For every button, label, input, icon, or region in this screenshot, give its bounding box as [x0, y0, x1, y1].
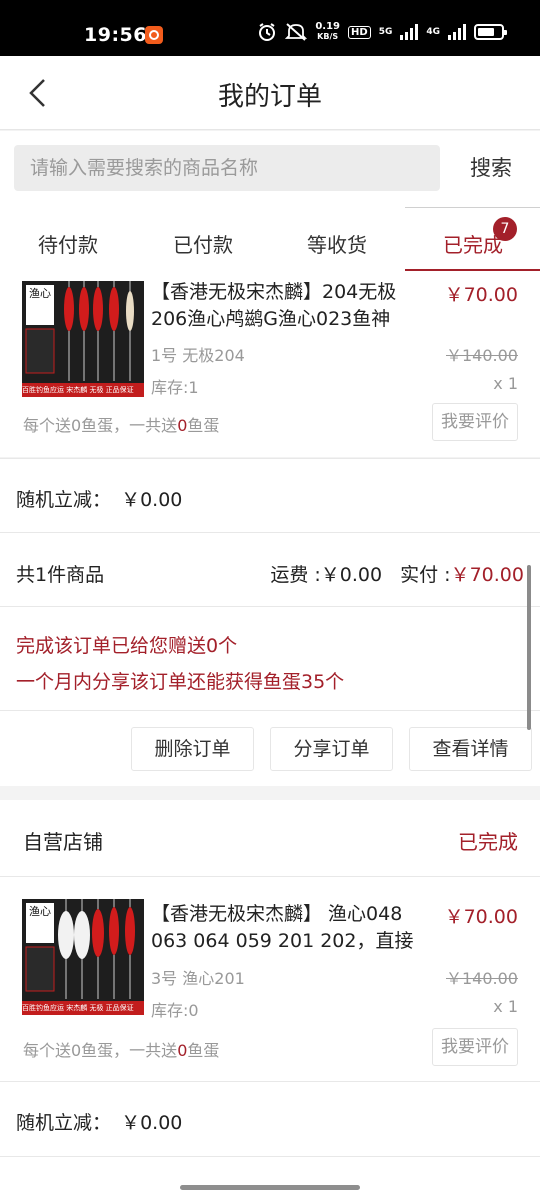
review-button[interactable]: 我要评价	[432, 1028, 518, 1066]
product-original-price: ￥140.00	[446, 969, 518, 988]
gift-info: 每个送0鱼蛋，一共送0鱼蛋	[23, 1041, 220, 1060]
order-status-tabs: 待付款 已付款 等收货 已完成	[0, 207, 540, 279]
product-stock: 库存:1	[151, 378, 199, 397]
order-actions: 删除订单 分享订单 查看详情	[0, 710, 540, 786]
order-product-card[interactable]: 渔心 百胜钓鱼应运 宋杰麟 无极 正品保证 【香港无极宋杰麟】 渔心048 06…	[0, 876, 540, 1081]
discount-row: 随机立减： ￥0.00	[0, 458, 540, 532]
status-icons: 0.19 KB/S HD 5G 4G	[257, 21, 507, 42]
order-status: 已完成	[458, 830, 518, 854]
float-image	[25, 899, 135, 999]
mute-icon	[285, 23, 308, 41]
product-spec: 1号 无极204	[151, 346, 245, 365]
next-row	[0, 1156, 540, 1200]
tab-pending-payment[interactable]: 待付款	[8, 229, 128, 258]
tab-awaiting-delivery[interactable]: 等收货	[277, 229, 397, 258]
discount-text: 随机立减： ￥0.00	[16, 489, 183, 511]
promo-row: 完成该订单已给您赠送0个 一个月内分享该订单还能获得鱼蛋35个	[0, 606, 540, 710]
app-notification-icon	[145, 26, 163, 44]
float-image	[25, 281, 134, 381]
home-indicator[interactable]	[180, 1185, 360, 1190]
product-banner: 百胜钓鱼应运 宋杰麟 无极 正品保证	[22, 383, 144, 397]
network-5g: 5G	[378, 27, 393, 37]
tab-divider	[405, 207, 540, 208]
order-product-card[interactable]: 渔心 百胜钓鱼应运 宋杰麟 无极 正品保证 【香港无极宋杰麟】204无极 206…	[0, 279, 540, 457]
hd-badge: HD	[348, 25, 371, 39]
tab-paid[interactable]: 已付款	[143, 229, 263, 258]
status-time: 19:56	[84, 24, 147, 46]
product-title[interactable]: 【香港无极宋杰麟】 渔心048 063 064 059 201 202，直接	[151, 901, 431, 955]
order-summary-row: 共1件商品 运费 :￥0.00 实付 :￥70.00	[0, 532, 540, 606]
page-title: 我的订单	[217, 82, 322, 112]
order-totals: 运费 :￥0.00 实付 :￥70.00	[270, 564, 524, 586]
completed-count-badge: 7	[493, 217, 517, 241]
gift-info: 每个送0鱼蛋，一共送0鱼蛋	[23, 416, 220, 435]
active-tab-indicator	[405, 269, 540, 271]
network-4g: 4G	[426, 27, 440, 37]
product-thumbnail[interactable]: 渔心 百胜钓鱼应运 宋杰麟 无极 正品保证	[22, 899, 144, 1015]
product-spec: 3号 渔心201	[151, 969, 245, 988]
net-speed: 0.19 KB/S	[315, 21, 341, 42]
scrollbar[interactable]	[527, 565, 531, 730]
search-button[interactable]: 搜索	[456, 145, 526, 191]
product-thumbnail[interactable]: 渔心 百胜钓鱼应运 宋杰麟 无极 正品保证	[22, 281, 144, 397]
search-input[interactable]	[14, 145, 440, 191]
share-order-button[interactable]: 分享订单	[270, 727, 393, 771]
product-stock: 库存:0	[151, 1001, 199, 1020]
product-banner: 百胜钓鱼应运 宋杰麟 无极 正品保证	[22, 1001, 144, 1015]
shop-name: 自营店铺	[23, 830, 103, 854]
product-price: ￥70.00	[444, 284, 518, 306]
signal-icon	[400, 24, 419, 40]
product-quantity: x 1	[493, 997, 518, 1016]
view-details-button[interactable]: 查看详情	[409, 727, 532, 771]
discount-row: 随机立减： ￥0.00	[0, 1081, 540, 1156]
product-original-price: ￥140.00	[446, 346, 518, 365]
delete-order-button[interactable]: 删除订单	[131, 727, 254, 771]
search-bar: 搜索	[0, 131, 540, 207]
item-count: 共1件商品	[16, 564, 105, 586]
promo-line-1: 完成该订单已给您赠送0个	[16, 635, 238, 657]
shop-header[interactable]: 自营店铺 已完成	[0, 800, 540, 876]
promo-line-2: 一个月内分享该订单还能获得鱼蛋35个	[16, 671, 345, 693]
app-header: 我的订单	[0, 56, 540, 130]
battery-icon	[474, 24, 507, 40]
discount-text: 随机立减： ￥0.00	[16, 1112, 183, 1134]
product-price: ￥70.00	[444, 906, 518, 928]
alarm-icon	[259, 23, 276, 41]
review-button[interactable]: 我要评价	[432, 403, 518, 441]
status-bar: 19:56 0.19 KB/S HD 5G 4G	[0, 0, 540, 56]
product-quantity: x 1	[493, 374, 518, 393]
signal-icon	[448, 24, 466, 40]
product-title[interactable]: 【香港无极宋杰麟】204无极 206渔心鸬鹚G渔心023鱼神	[151, 279, 431, 333]
